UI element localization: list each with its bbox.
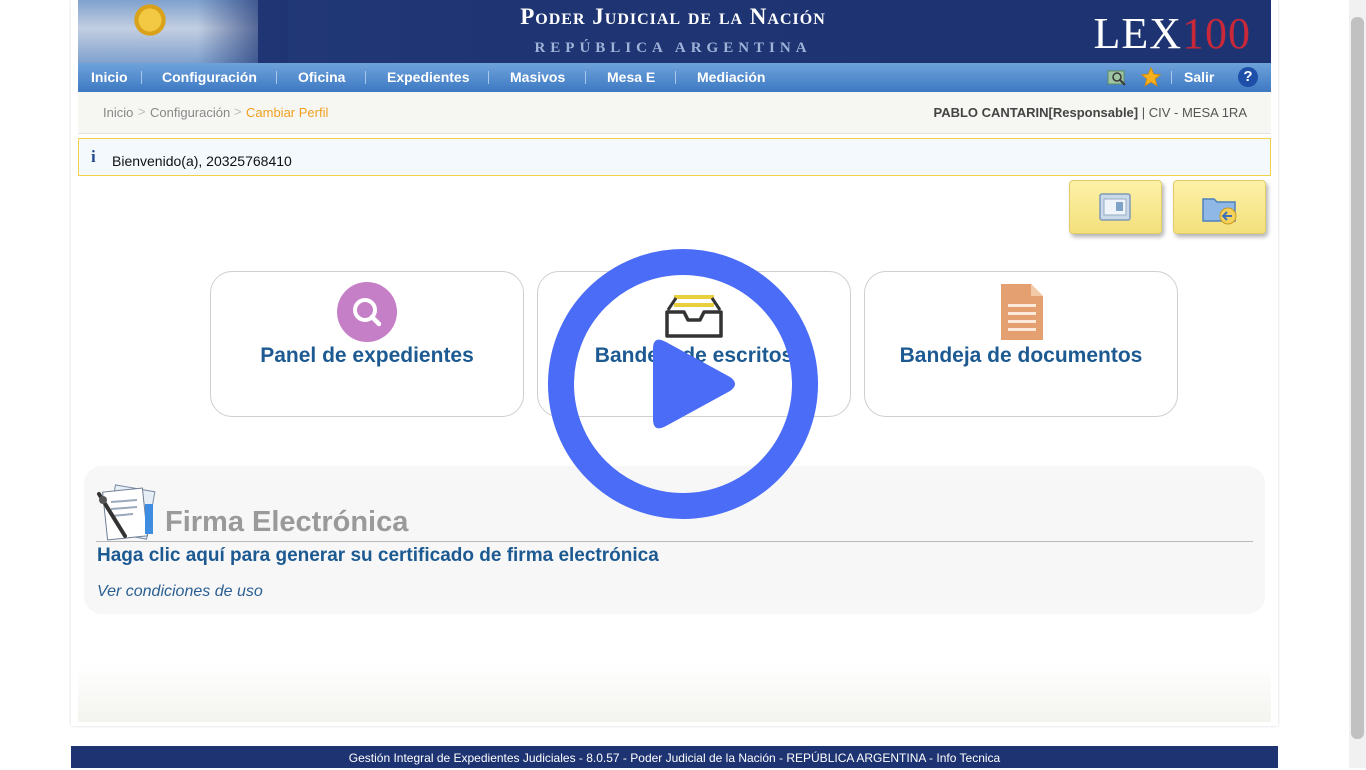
header-subtitle: REPÚBLICA ARGENTINA bbox=[534, 40, 812, 56]
card-label: Panel de expedientes bbox=[260, 344, 474, 367]
card-label: Bandeja de documentos bbox=[899, 344, 1143, 367]
breadcrumb-configuracion[interactable]: Configuración bbox=[150, 105, 230, 120]
map-search-icon[interactable] bbox=[1106, 67, 1128, 89]
info-icon: i bbox=[91, 147, 96, 166]
nav-configuracion[interactable]: Configuración bbox=[162, 63, 257, 92]
nav-mediacion[interactable]: Mediación bbox=[697, 63, 765, 92]
breadcrumb-current: Cambiar Perfil bbox=[246, 105, 329, 120]
folder-back-icon bbox=[1202, 198, 1237, 225]
sun-emblem-icon bbox=[130, 0, 170, 40]
nav-masivos[interactable]: Masivos bbox=[510, 63, 565, 92]
nav-separator bbox=[585, 71, 586, 84]
header-title: Poder Judicial de la Nación bbox=[520, 4, 826, 29]
divider bbox=[96, 541, 1253, 542]
user-name: PABLO CANTARIN[Responsable] bbox=[933, 105, 1139, 120]
welcome-text: Bienvenido(a), 20325768410 bbox=[112, 153, 292, 169]
header-banner: Poder Judicial de la Nación REPÚBLICA AR… bbox=[78, 0, 1271, 63]
user-office: | CIV - MESA 1RA bbox=[1141, 105, 1247, 120]
scrollbar-thumb[interactable] bbox=[1351, 17, 1364, 739]
conditions-link[interactable]: Ver condiciones de uso bbox=[97, 583, 263, 601]
nav-separator bbox=[675, 71, 676, 84]
salir-link[interactable]: Salir bbox=[1184, 63, 1214, 92]
nav-expedientes[interactable]: Expedientes bbox=[387, 63, 469, 92]
nav-separator bbox=[365, 71, 366, 84]
generate-certificate-link[interactable]: Haga clic aquí para generar su certifica… bbox=[97, 545, 659, 567]
breadcrumb-separator: > bbox=[138, 104, 146, 119]
firma-title: Firma Electrónica bbox=[165, 506, 409, 538]
user-info: PABLO CANTARIN[Responsable] | CIV - MESA… bbox=[933, 105, 1247, 120]
breadcrumb-inicio[interactable]: Inicio bbox=[103, 105, 133, 120]
content-bottom bbox=[78, 664, 1271, 722]
nav-separator bbox=[141, 71, 142, 84]
logo-num-text: 100 bbox=[1182, 9, 1251, 58]
nav-mesa-e[interactable]: Mesa E bbox=[607, 63, 655, 92]
logo-lex-text: LEX bbox=[1093, 9, 1182, 58]
favorites-star-icon[interactable] bbox=[1140, 66, 1162, 88]
help-icon[interactable]: ? bbox=[1238, 67, 1258, 87]
nav-separator bbox=[1171, 71, 1172, 84]
nav-inicio[interactable]: Inicio bbox=[91, 63, 128, 92]
window-folder-icon bbox=[1099, 193, 1131, 221]
panel-expedientes-card[interactable]: Panel de expedientes bbox=[210, 271, 524, 417]
flag-fade bbox=[198, 0, 288, 63]
breadcrumb-bar: Inicio > Configuración > Cambiar Perfil … bbox=[78, 92, 1271, 134]
signature-documents-icon bbox=[97, 484, 156, 541]
document-icon bbox=[1001, 284, 1043, 340]
nav-separator bbox=[488, 71, 489, 84]
breadcrumb-separator: > bbox=[234, 104, 242, 119]
bandeja-documentos-card[interactable]: Bandeja de documentos bbox=[864, 271, 1178, 417]
nav-separator bbox=[276, 71, 277, 84]
main-nav: Inicio Configuración Oficina Expedientes… bbox=[78, 63, 1271, 92]
footer: Gestión Integral de Expedientes Judicial… bbox=[71, 746, 1278, 768]
welcome-message: i Bienvenido(a), 20325768410 bbox=[78, 138, 1271, 176]
back-folder-button[interactable] bbox=[1173, 180, 1266, 234]
nav-oficina[interactable]: Oficina bbox=[298, 63, 345, 92]
search-icon bbox=[337, 282, 397, 342]
window-button[interactable] bbox=[1069, 180, 1162, 234]
lex100-logo: LEX100 bbox=[1093, 8, 1251, 59]
play-button-icon[interactable] bbox=[548, 249, 818, 519]
